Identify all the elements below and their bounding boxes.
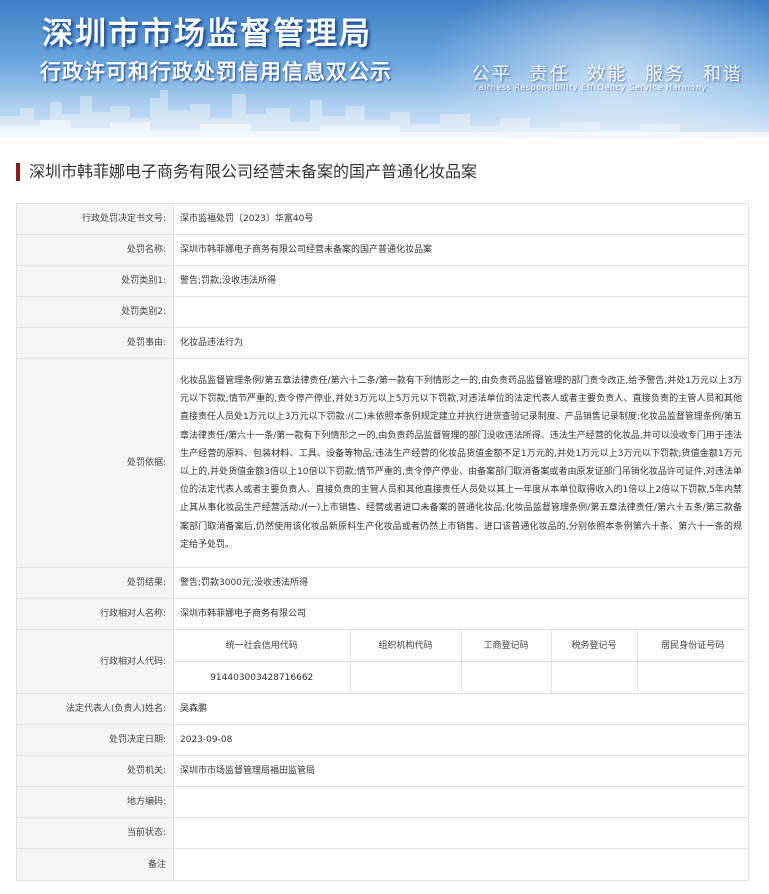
tax-reg-header: 税务登记号	[551, 630, 638, 662]
table-row: 处罚决定日期: 2023-09-08	[16, 724, 749, 756]
status-value	[173, 817, 749, 849]
tax-reg-value	[551, 661, 638, 693]
id-card-value	[637, 662, 748, 694]
table-row: 处罚结果: 警告;罚款3000元;没收违法所得	[16, 567, 749, 599]
table-row: 行政处罚决定书文号: 深市监福处罚〔2023〕华富40号	[16, 203, 749, 235]
legal-rep-value: 吴森鹏	[173, 693, 749, 725]
business-reg-value	[461, 661, 552, 693]
page-heading: 深圳市韩菲娜电子商务有限公司经营未备案的国产普通化妆品案	[16, 160, 769, 184]
category2-label: 处罚类别2:	[16, 296, 174, 328]
result-value: 警告;罚款3000元;没收违法所得	[173, 567, 749, 599]
party-name-label: 行政相对人名称:	[16, 598, 174, 630]
party-code-table: 统一社会信用代码 组织机构代码 工商登记码 税务登记号 居民身份证号码 9144…	[174, 630, 748, 693]
credit-code-header: 统一社会信用代码	[174, 630, 351, 662]
header-banner: 深圳市市场监督管理局 行政许可和行政处罚信用信息双公示 公平 责任 效能 服务 …	[0, 0, 769, 138]
business-reg-header: 工商登记码	[461, 630, 552, 662]
table-row: 地方编码:	[16, 786, 749, 818]
decision-date-value: 2023-09-08	[173, 724, 749, 756]
table-row: 处罚类别1: 警告;罚款;没收违法所得	[16, 265, 749, 297]
basis-label: 处罚依据:	[16, 358, 174, 568]
region-code-label: 地方编码:	[16, 786, 174, 818]
table-row: 行政相对人名称: 深圳市韩菲娜电子商务有限公司	[16, 598, 749, 630]
decision-date-label: 处罚决定日期:	[16, 724, 174, 756]
category1-label: 处罚类别1:	[16, 265, 174, 297]
party-name-value: 深圳市韩菲娜电子商务有限公司	[173, 598, 749, 630]
table-row: 备注	[16, 848, 749, 881]
table-row: 处罚依据: 化妆品监督管理条例/第五章法律责任/第六十二条/第一款有下列情形之一…	[16, 358, 749, 568]
table-row: 处罚名称: 深圳市韩菲娜电子商务有限公司经营未备案的国产普通化妆品案	[16, 234, 749, 266]
penalty-info-table: 行政处罚决定书文号: 深市监福处罚〔2023〕华富40号 处罚名称: 深圳市韩菲…	[16, 203, 749, 881]
party-code-label: 行政相对人代码:	[16, 629, 174, 694]
remarks-value	[173, 848, 749, 881]
region-code-value	[173, 786, 749, 818]
org-code-header: 组织机构代码	[350, 630, 462, 662]
table-row: 处罚事由: 化妆品违法行为	[16, 327, 749, 359]
reason-value: 化妆品违法行为	[173, 327, 749, 359]
org-code-value	[350, 661, 462, 693]
result-label: 处罚结果:	[16, 567, 174, 599]
banner-values-english: Fairness Responsibility Efficiency Servi…	[474, 83, 707, 92]
banner-title: 深圳市市场监督管理局	[42, 16, 372, 52]
table-row: 法定代表人(负责人)姓名: 吴森鹏	[16, 693, 749, 725]
decision-no-label: 行政处罚决定书文号:	[16, 203, 174, 235]
banner-subtitle: 行政许可和行政处罚信用信息双公示	[40, 60, 392, 84]
category2-value	[173, 296, 749, 328]
id-card-header: 居民身份证号码	[637, 630, 748, 662]
authority-label: 处罚机关:	[16, 755, 174, 787]
remarks-label: 备注	[16, 848, 174, 881]
reason-label: 处罚事由:	[16, 327, 174, 359]
heading-accent-bar	[16, 163, 20, 181]
page-title: 深圳市韩菲娜电子商务有限公司经营未备案的国产普通化妆品案	[29, 162, 478, 181]
table-row: 当前状态:	[16, 817, 749, 849]
status-label: 当前状态:	[16, 817, 174, 849]
category1-value: 警告;罚款;没收违法所得	[173, 265, 749, 297]
table-row: 处罚类别2:	[16, 296, 749, 328]
penalty-name-label: 处罚名称:	[16, 234, 174, 266]
table-row: 行政相对人代码: 统一社会信用代码 组织机构代码 工商登记码 税务登记号 居民身…	[16, 629, 749, 694]
decision-no-value: 深市监福处罚〔2023〕华富40号	[173, 203, 749, 235]
legal-rep-label: 法定代表人(负责人)姓名:	[16, 693, 174, 725]
credit-code-value: 914403003428716662	[174, 661, 351, 693]
authority-value: 深圳市市场监督管理局福田监管局	[173, 755, 749, 787]
table-row: 处罚机关: 深圳市市场监督管理局福田监管局	[16, 755, 749, 787]
penalty-name-value: 深圳市韩菲娜电子商务有限公司经营未备案的国产普通化妆品案	[173, 234, 749, 266]
basis-value: 化妆品监督管理条例/第五章法律责任/第六十二条/第一款有下列情形之一的,由负责药…	[173, 358, 749, 568]
party-code-cell: 统一社会信用代码 组织机构代码 工商登记码 税务登记号 居民身份证号码 9144…	[173, 629, 749, 694]
